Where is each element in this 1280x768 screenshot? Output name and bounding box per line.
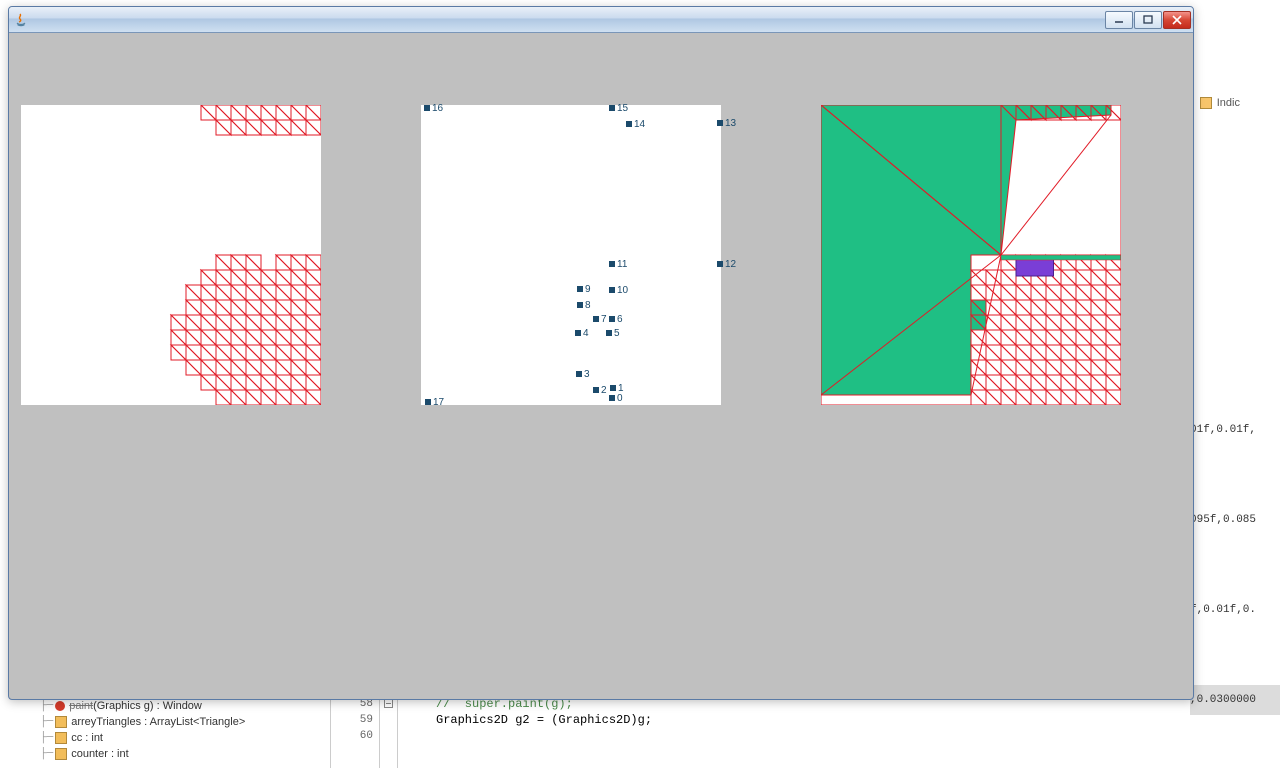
line-gutter: 58 59 60	[330, 696, 380, 768]
java-app-icon	[13, 12, 29, 28]
field-icon	[55, 732, 67, 744]
panel-nodes: 01234567891011121314151617	[421, 105, 721, 405]
outline-label: counter : int	[71, 748, 128, 760]
java-applet-window[interactable]: 01234567891011121314151617	[8, 6, 1194, 700]
field-icon	[55, 716, 67, 728]
graph-node: 8	[577, 300, 591, 311]
graph-node: 10	[609, 285, 628, 296]
panel-triangles	[21, 105, 321, 405]
graph-node: 9	[577, 284, 591, 295]
window-titlebar[interactable]	[9, 7, 1193, 33]
code-fragment: 095f,0.085	[1190, 505, 1280, 535]
minimize-button[interactable]	[1105, 11, 1133, 29]
graph-node: 4	[575, 328, 589, 339]
outline-view[interactable]: ├─ paint(Graphics g) : Window ├─ arreyTr…	[0, 696, 330, 768]
graph-node: 5	[606, 328, 620, 339]
code-editor[interactable]: // super.paint(g); Graphics2D g2 = (Grap…	[398, 696, 1280, 768]
line-number: 59	[331, 712, 373, 728]
graph-node: 14	[626, 119, 645, 130]
maximize-button[interactable]	[1134, 11, 1162, 29]
graph-node: 7	[593, 314, 607, 325]
close-button[interactable]	[1163, 11, 1191, 29]
fold-gutter[interactable]	[380, 696, 398, 768]
graph-node: 13	[717, 118, 736, 129]
outline-label: arreyTriangles : ArrayList<Triangle>	[71, 716, 245, 728]
outline-label: paint(Graphics g) : Window	[69, 700, 202, 712]
graph-node: 15	[609, 103, 628, 114]
canvas-area: 01234567891011121314151617	[11, 35, 1191, 697]
field-icon	[55, 748, 67, 760]
method-icon	[55, 701, 65, 711]
outline-item[interactable]: ├─ cc : int	[40, 730, 330, 746]
code-line: Graphics2D g2 = (Graphics2D)g;	[436, 713, 652, 727]
outline-label: cc : int	[71, 732, 103, 744]
ide-right-code: 01f,0.01f, 095f,0.085 f,0.01f,0. ,0.0300…	[1190, 95, 1280, 768]
outline-item[interactable]: ├─ arreyTriangles : ArrayList<Triangle>	[40, 714, 330, 730]
filled-svg	[821, 105, 1121, 405]
graph-node: 16	[424, 103, 443, 114]
fold-toggle-icon[interactable]	[384, 699, 393, 708]
graph-node: 12	[717, 259, 736, 270]
outline-item[interactable]: ├─ counter : int	[40, 746, 330, 762]
graph-node: 1	[610, 383, 624, 394]
panel-filled	[821, 105, 1121, 405]
code-fragment: f,0.01f,0.	[1190, 595, 1280, 625]
triangles-svg	[21, 105, 321, 405]
line-number: 60	[331, 728, 373, 744]
graph-node: 0	[609, 393, 623, 404]
graph-node: 17	[425, 397, 444, 408]
graph-node: 2	[593, 385, 607, 396]
graph-node: 3	[576, 369, 590, 380]
window-controls	[1105, 11, 1191, 29]
desktop: va ✕ Indic 01f,0.01f, 095f,0.085 f,0.01f…	[0, 0, 1280, 768]
code-fragment: 01f,0.01f,	[1190, 415, 1280, 445]
graph-node: 11	[609, 259, 627, 270]
graph-node: 6	[609, 314, 623, 325]
ide-bottom-strip: ├─ paint(Graphics g) : Window ├─ arreyTr…	[0, 696, 1280, 768]
outline-item[interactable]: ├─ paint(Graphics g) : Window	[40, 698, 330, 714]
